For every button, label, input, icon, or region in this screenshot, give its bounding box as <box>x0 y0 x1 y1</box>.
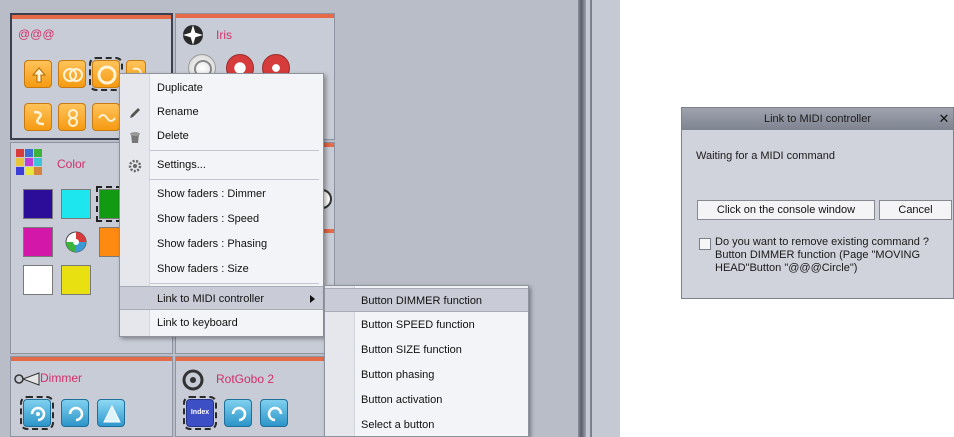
panel-accent-bar <box>176 14 334 18</box>
remove-existing-question: Do you want to remove existing command ?… <box>715 236 954 275</box>
panel-accent-bar <box>176 357 334 361</box>
index-label: Index <box>190 409 210 416</box>
menu-item-show-faders-speed[interactable]: Show faders : Speed <box>120 207 323 231</box>
color-swatch-magenta[interactable] <box>23 227 53 257</box>
panel-accent-bar <box>11 357 172 361</box>
menu-separator <box>150 150 319 151</box>
existing-command-line1: Button DIMMER function (Page "MOVING <box>715 249 921 261</box>
preset-button-s-curve-icon[interactable] <box>24 103 52 131</box>
right-panel-divider <box>590 0 592 437</box>
gear-icon <box>128 158 142 173</box>
link-to-midi-dialog: Link to MIDI controller ✕ Waiting for a … <box>681 107 954 299</box>
menu-item-show-faders-dimmer[interactable]: Show faders : Dimmer <box>120 182 323 206</box>
color-swatch-white[interactable] <box>23 265 53 295</box>
remove-question-text: Do you want to remove existing command ? <box>715 236 929 248</box>
preset-button-rings-icon[interactable] <box>58 60 86 88</box>
trash-icon <box>128 129 142 143</box>
dimmer-ramp-button[interactable] <box>97 399 125 427</box>
preset-button-wave-icon[interactable] <box>92 103 120 131</box>
splitter-bar[interactable] <box>578 0 586 437</box>
panel-title: RotGobo 2 <box>216 372 275 386</box>
dimmer-cycle-button[interactable] <box>20 396 54 430</box>
menu-separator <box>150 283 319 284</box>
click-console-window-button[interactable]: Click on the console window <box>697 200 875 220</box>
menu-separator <box>150 179 319 180</box>
context-menu: Duplicate Rename Delete Settings... Show… <box>119 73 324 337</box>
menu-item-show-faders-size[interactable]: Show faders : Size <box>120 257 323 281</box>
submenu-item-button-activation[interactable]: Button activation <box>325 388 528 412</box>
submenu-item-button-phasing[interactable]: Button phasing <box>325 363 528 387</box>
color-swatch-yellow[interactable] <box>61 265 91 295</box>
spotlight-icon <box>13 369 43 392</box>
waiting-message: Waiting for a MIDI command <box>696 150 835 162</box>
submenu-arrow-icon <box>310 295 315 303</box>
screenshot: @@@ Iris Color Dimmer RotGobo 2 Index Du… <box>0 0 954 437</box>
preset-panels-area: @@@ Iris Color Dimmer RotGobo 2 Index Du… <box>0 0 620 437</box>
submenu-item-button-speed-function[interactable]: Button SPEED function <box>325 313 528 337</box>
panel-title: Iris <box>216 28 232 42</box>
menu-item-link-to-midi-controller[interactable]: Link to MIDI controller <box>120 286 323 310</box>
panel-title: Color <box>57 157 86 171</box>
submenu-item-select-a-button[interactable]: Select a button <box>325 413 528 437</box>
menu-item-show-faders-phasing[interactable]: Show faders : Phasing <box>120 232 323 256</box>
menu-item-rename[interactable]: Rename <box>120 100 323 124</box>
preset-button-circle-icon[interactable] <box>89 57 123 91</box>
color-palette-icon <box>15 148 45 181</box>
preset-button-figure-eight-icon[interactable] <box>58 103 86 131</box>
pencil-icon <box>128 105 142 119</box>
panel-dimmer[interactable]: Dimmer <box>10 356 173 437</box>
menu-item-duplicate[interactable]: Duplicate <box>120 76 323 100</box>
dialog-title: Link to MIDI controller <box>764 113 871 125</box>
dimmer-refresh-button[interactable] <box>61 399 89 427</box>
midi-submenu: Button DIMMER function Button SPEED func… <box>324 285 529 437</box>
gobo-wheel-icon <box>182 369 204 394</box>
gobo-rotate-ccw-button[interactable] <box>224 399 252 427</box>
submenu-item-button-dimmer-function[interactable]: Button DIMMER function <box>325 288 528 312</box>
cancel-button[interactable]: Cancel <box>879 200 952 220</box>
panel-title: @@@ <box>18 27 55 41</box>
remove-existing-checkbox[interactable] <box>699 238 711 250</box>
panel-title: Dimmer <box>40 371 82 385</box>
panel-accent-bar <box>12 15 171 19</box>
menu-item-link-to-keyboard[interactable]: Link to keyboard <box>120 311 323 335</box>
color-wheel-button[interactable] <box>61 227 91 257</box>
submenu-item-button-size-function[interactable]: Button SIZE function <box>325 338 528 362</box>
gobo-rotate-cw-button[interactable] <box>260 399 288 427</box>
preset-button-pan-icon[interactable] <box>24 60 52 88</box>
gobo-index-button[interactable]: Index <box>183 396 217 430</box>
iris-icon <box>182 24 204 49</box>
color-swatch-cyan[interactable] <box>61 189 91 219</box>
panel-rotgobo[interactable]: RotGobo 2 Index <box>175 356 335 437</box>
color-swatch-blue[interactable] <box>23 189 53 219</box>
menu-item-delete[interactable]: Delete <box>120 124 323 148</box>
dialog-title-bar[interactable]: Link to MIDI controller <box>682 108 953 130</box>
existing-command-line2: HEAD"Button "@@@Circle") <box>715 262 858 274</box>
close-icon[interactable]: ✕ <box>937 108 951 130</box>
menu-item-settings[interactable]: Settings... <box>120 153 323 177</box>
